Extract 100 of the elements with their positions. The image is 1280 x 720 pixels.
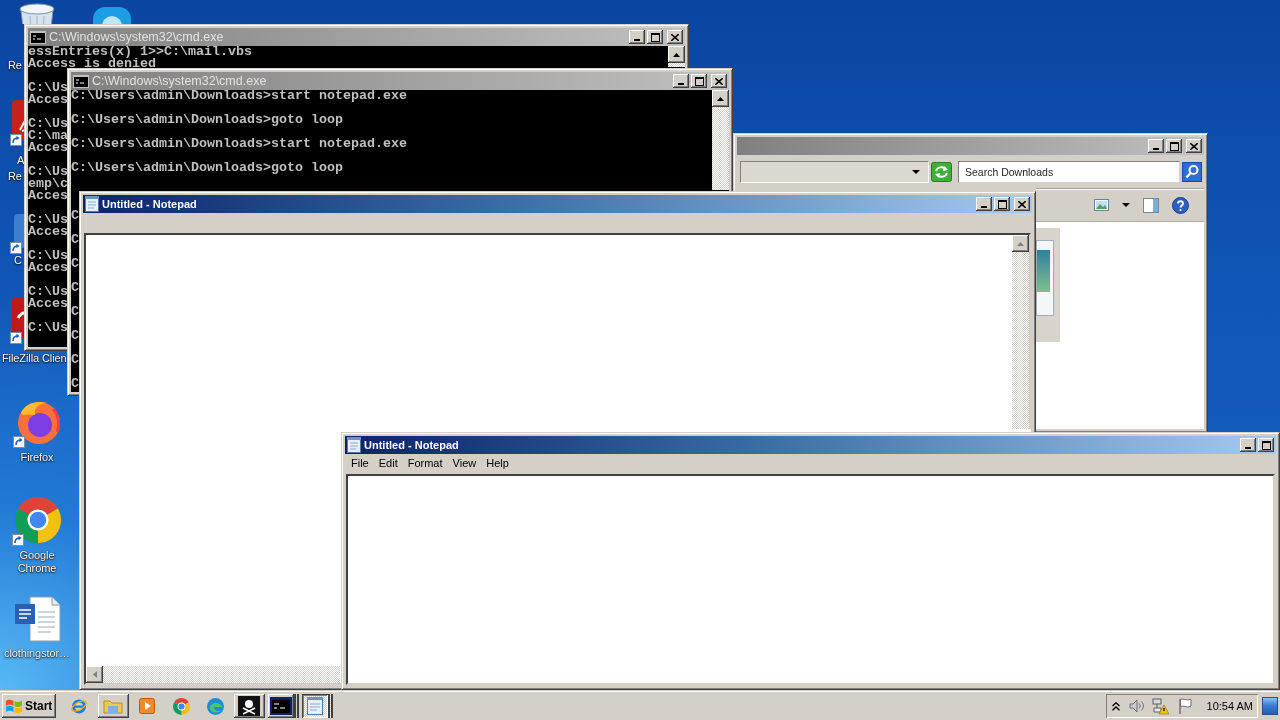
close-button[interactable] — [1014, 197, 1030, 211]
address-bar[interactable] — [740, 160, 929, 183]
close-icon — [1190, 142, 1198, 150]
close-icon — [1018, 200, 1026, 208]
maximize-button[interactable] — [647, 30, 663, 44]
minimize-icon — [678, 83, 684, 85]
image-thumbnail-icon — [1036, 240, 1054, 316]
console-icon[interactable] — [73, 74, 89, 88]
console-line: C — [71, 282, 79, 294]
clock[interactable]: 10:54 AM — [1206, 699, 1253, 713]
taskbar-button[interactable] — [233, 694, 265, 718]
taskbar-button[interactable] — [97, 694, 129, 718]
console-line: C:\Users\admin\Downloads>start notepad.exe — [71, 90, 407, 102]
minimize-icon — [981, 206, 987, 208]
console-line: C:\Users\admin\Downloads>goto loop — [71, 162, 343, 174]
browser-logo-icon — [172, 697, 190, 715]
console-line: C — [71, 258, 79, 270]
vertical-scrollbar[interactable] — [668, 46, 685, 67]
preview-pane-icon[interactable] — [1143, 197, 1159, 213]
icon-label[interactable]: Re — [8, 169, 22, 183]
console-line: Access is denied — [28, 58, 156, 70]
console-icon[interactable] — [30, 30, 46, 44]
window-title: Untitled - Notepad — [102, 196, 197, 212]
minimize-button[interactable] — [1148, 139, 1164, 153]
menu-item[interactable]: Help — [481, 455, 514, 472]
scroll-left-button[interactable] — [86, 666, 103, 683]
horizontal-scrollbar[interactable] — [86, 666, 340, 683]
maximize-button[interactable] — [1166, 139, 1182, 153]
icon-label[interactable]: FileZilla Clien — [2, 351, 67, 365]
maximize-button[interactable] — [994, 197, 1010, 211]
notepad-icon[interactable] — [85, 196, 99, 212]
skull-crossbones-icon — [238, 696, 260, 716]
console-line: C — [71, 306, 79, 318]
menu-item[interactable]: File — [346, 455, 374, 472]
menu-item[interactable]: Edit — [373, 455, 403, 472]
flag-icon[interactable] — [1177, 698, 1192, 714]
up-arrow-icon — [673, 52, 680, 57]
title-bar[interactable]: Untitled - Notepad — [83, 195, 1032, 213]
console-line: Acces — [28, 190, 68, 202]
scroll-up-button[interactable] — [668, 46, 685, 63]
console-line: C:\Users\admin\Downloads>start notepad.exe — [71, 138, 407, 150]
icon-label[interactable]: Re — [8, 58, 22, 72]
close-button[interactable] — [711, 74, 727, 88]
maximize-button[interactable] — [691, 74, 707, 88]
caret-icon[interactable] — [912, 169, 920, 174]
chevron-up-icon[interactable] — [1111, 701, 1120, 711]
maximize-icon — [694, 76, 704, 86]
console-line: Acces — [28, 226, 68, 238]
close-button[interactable] — [1186, 139, 1202, 153]
menu-item[interactable]: Format — [402, 455, 448, 472]
network-warning-icon[interactable] — [1151, 697, 1169, 715]
console-line: Acces — [28, 142, 68, 154]
icon-label[interactable]: A — [17, 153, 25, 167]
folder-icon — [103, 698, 123, 714]
taskbar-button[interactable] — [267, 694, 299, 718]
console-line: essEntries(x) 1>>C:\mail.vbs — [28, 46, 252, 58]
speaker-icon[interactable] — [1128, 699, 1145, 713]
minimize-button[interactable] — [673, 74, 689, 88]
show-desktop-button[interactable] — [1262, 697, 1278, 715]
minimize-button[interactable] — [976, 197, 992, 211]
scroll-up-button[interactable] — [1012, 235, 1029, 252]
document-icon[interactable] — [14, 596, 62, 642]
caret-icon[interactable] — [1122, 203, 1130, 207]
minimize-button[interactable] — [629, 30, 645, 44]
notepad-icon[interactable] — [347, 437, 361, 453]
title-bar[interactable]: Untitled - Notepad — [345, 436, 1276, 454]
console-line: C:\ma — [28, 130, 68, 142]
window-title: C:\Windows\system32\cmd.exe — [92, 73, 267, 89]
console-line: C:\Us — [28, 214, 68, 226]
console-line: Acces — [28, 94, 68, 106]
vertical-scrollbar[interactable] — [712, 90, 729, 190]
console-line: C:\Us — [28, 286, 68, 298]
vertical-scrollbar[interactable] — [1012, 235, 1029, 429]
help-icon[interactable] — [1172, 196, 1189, 214]
console-line: C:\Us — [28, 250, 68, 262]
browser-logo-icon[interactable] — [12, 496, 62, 546]
icon-label[interactable]: Firefox — [20, 450, 54, 464]
icon-label[interactable]: C — [14, 253, 22, 267]
refresh-icon[interactable] — [931, 161, 952, 182]
file-item[interactable] — [1036, 228, 1060, 342]
taskbar-button[interactable] — [301, 694, 333, 718]
console-line: C — [71, 378, 79, 390]
scroll-up-button[interactable] — [712, 90, 729, 107]
e-logo-icon — [70, 697, 88, 715]
close-icon — [715, 77, 723, 85]
console-line: C:\Us — [28, 166, 68, 178]
console-line: C — [71, 234, 79, 246]
minimize-icon — [1245, 447, 1251, 449]
close-button[interactable] — [667, 30, 683, 44]
window-title: Untitled - Notepad — [364, 437, 459, 453]
maximize-button[interactable] — [1258, 438, 1274, 452]
app-icon[interactable] — [92, 6, 132, 24]
picture-view-icon[interactable] — [1094, 199, 1109, 211]
close-icon — [671, 33, 679, 41]
minimize-button[interactable] — [1240, 438, 1256, 452]
start-button[interactable]: Start — [2, 694, 56, 718]
search-field[interactable]: Search Downloads — [958, 160, 1180, 183]
menu-item[interactable]: View — [447, 455, 482, 472]
search-icon[interactable] — [1182, 161, 1202, 182]
console-line: Acces — [28, 262, 68, 274]
